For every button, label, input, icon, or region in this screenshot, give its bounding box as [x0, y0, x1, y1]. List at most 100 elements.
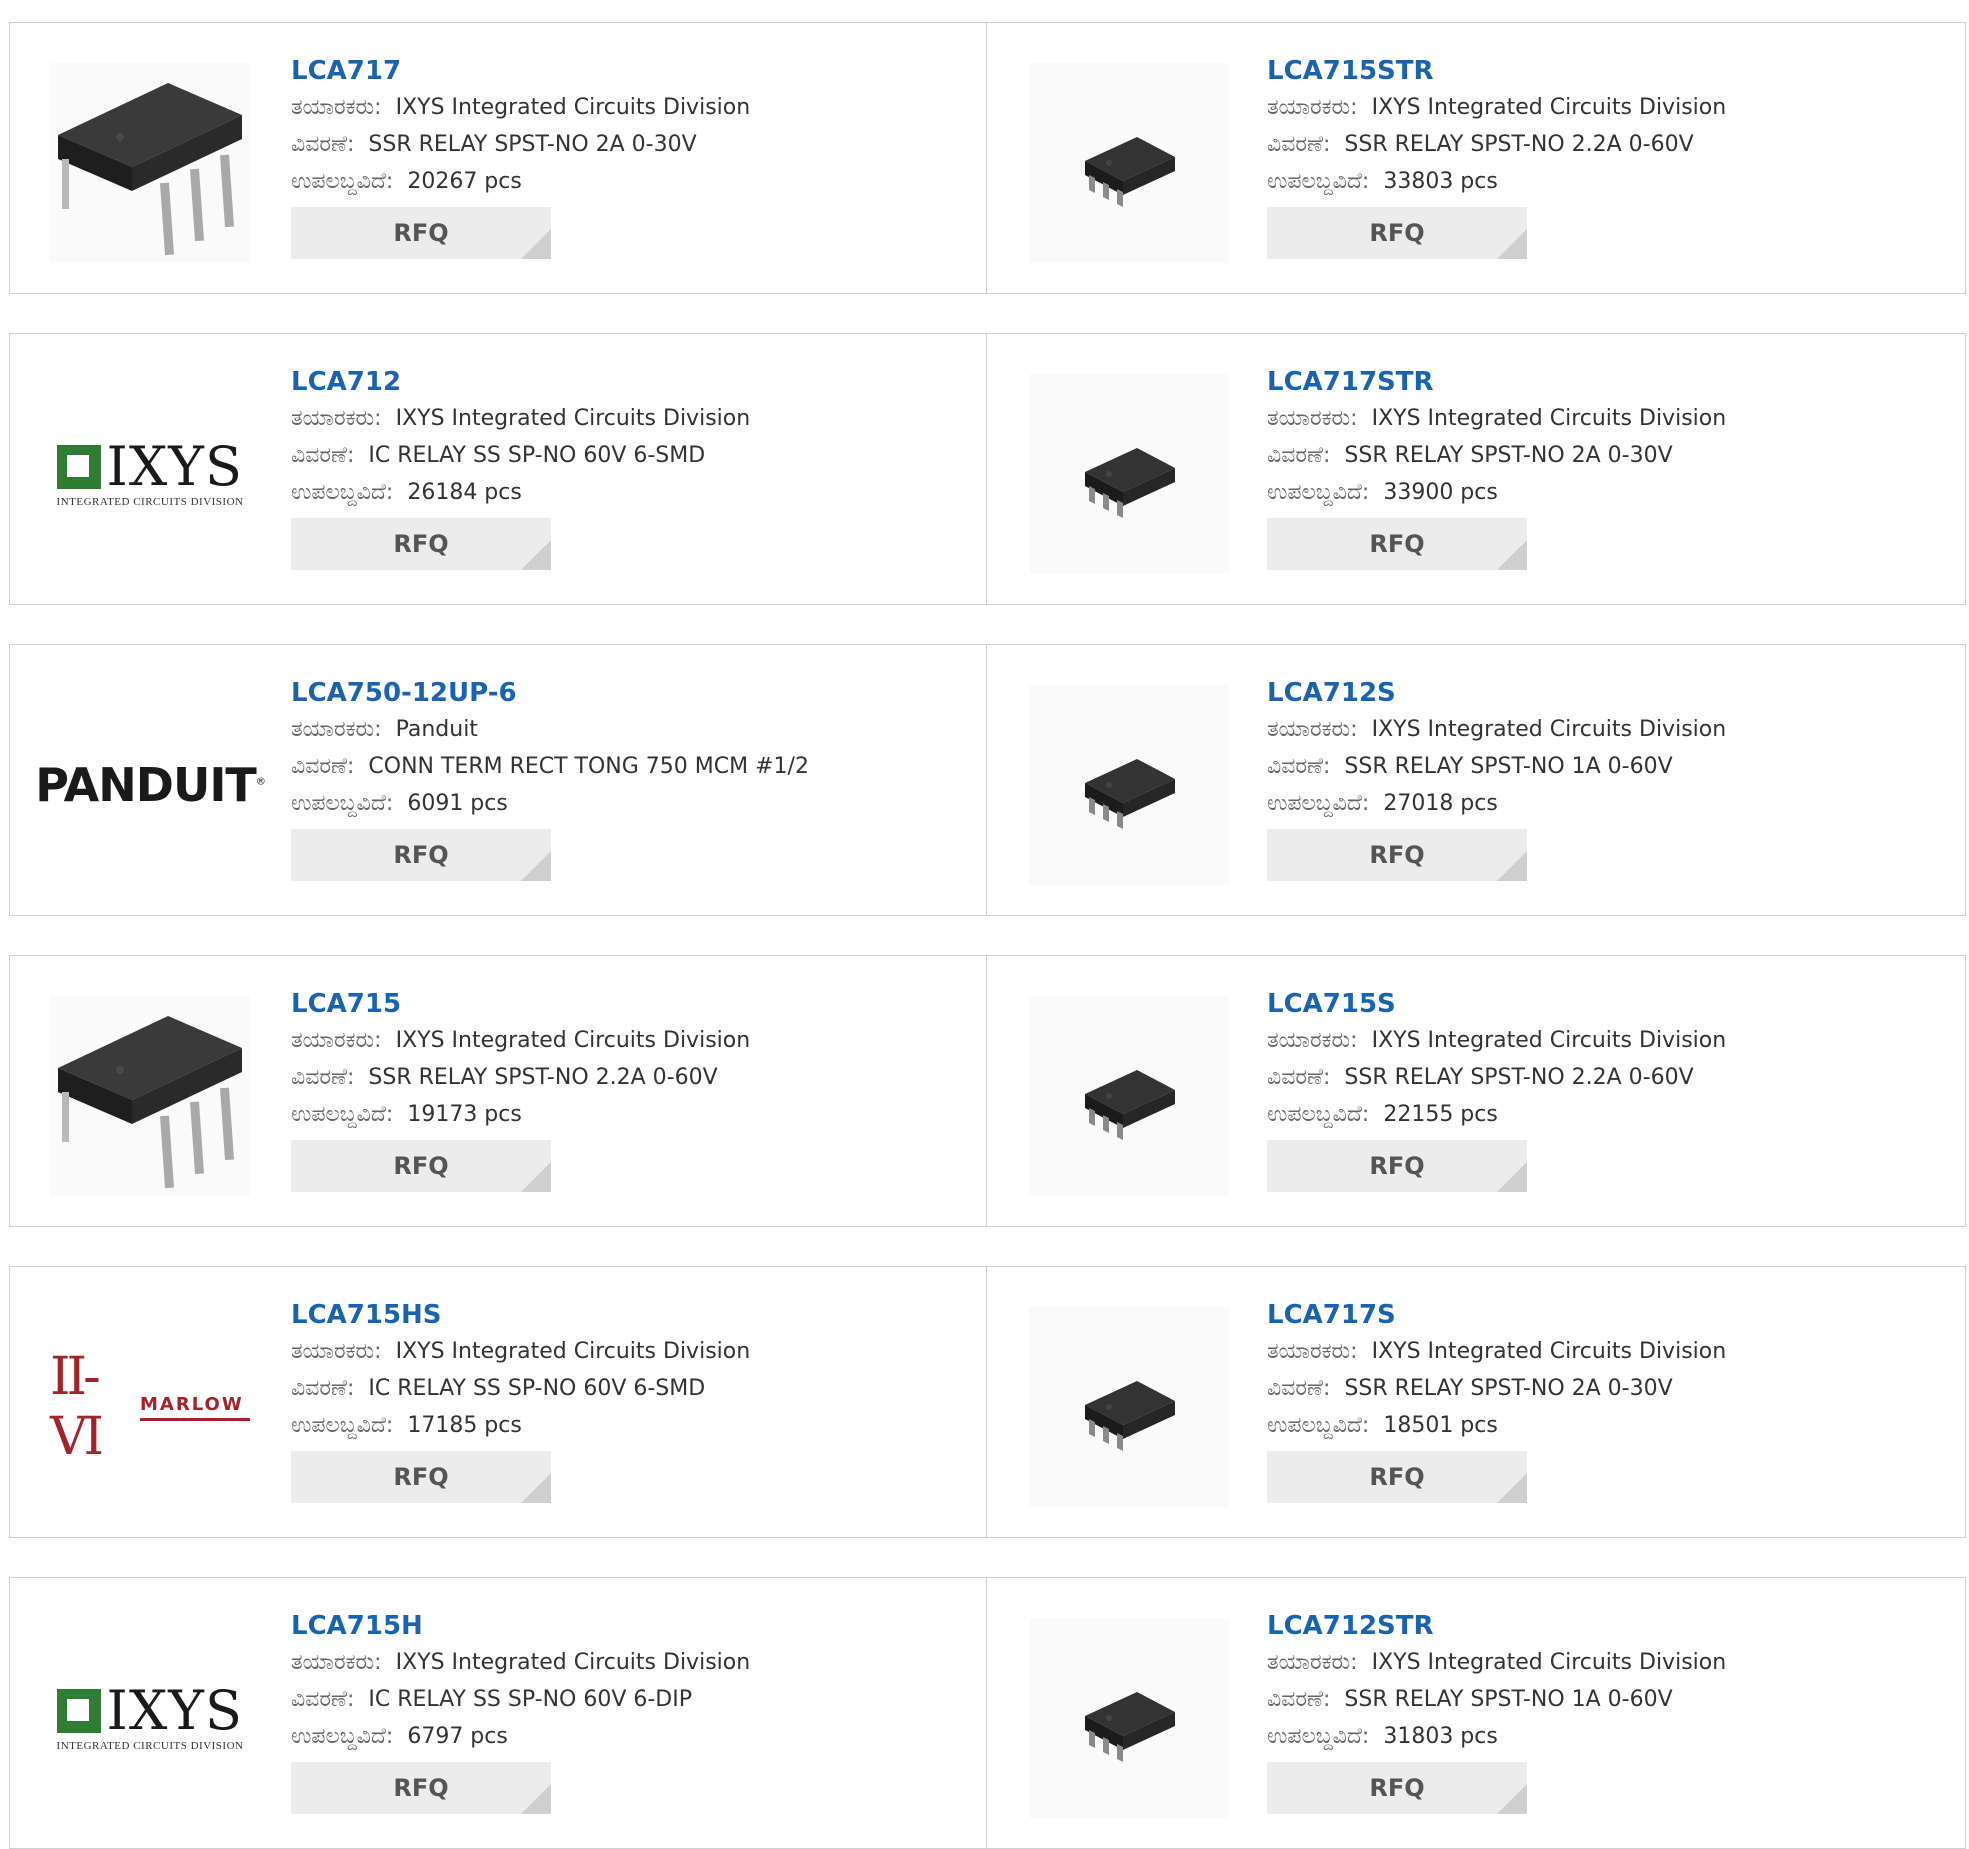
product-card: LCA715 ತಯಾರಕರು: IXYS Integrated Circuits …	[9, 955, 987, 1227]
rfq-button[interactable]: RFQ	[1267, 207, 1527, 259]
stock-value: 17185 pcs	[407, 1413, 522, 1438]
rfq-corner-icon	[1497, 1162, 1527, 1192]
product-image[interactable]: II-VI MARLOW	[50, 1307, 250, 1507]
part-number-link[interactable]: LCA712STR	[1267, 1608, 1726, 1644]
smd-chip-icon	[1029, 1307, 1229, 1507]
product-row: PANDUIT® LCA750-12UP-6 ತಯಾರಕರು: Panduit ವ…	[9, 644, 1966, 916]
rfq-button[interactable]: RFQ	[291, 518, 551, 570]
product-image[interactable]	[1029, 996, 1229, 1196]
rfq-corner-icon	[521, 851, 551, 881]
stock-value: 33803 pcs	[1383, 169, 1498, 194]
rfq-corner-icon	[521, 540, 551, 570]
rfq-button[interactable]: RFQ	[291, 1451, 551, 1503]
product-image[interactable]: IXYS Integrated Circuits Division	[50, 374, 250, 574]
part-number-link[interactable]: LCA715HS	[291, 1297, 750, 1333]
rfq-label: RFQ	[1369, 219, 1425, 247]
stock-label: ಉಪಲಬ್ದವಿದೆ:	[1267, 169, 1370, 194]
rfq-label: RFQ	[1369, 1774, 1425, 1802]
product-image[interactable]: IXYS Integrated Circuits Division	[50, 1618, 250, 1818]
manufacturer-label: ತಯಾರಕರು:	[1267, 1650, 1358, 1675]
description-value: IC RELAY SS SP-NO 60V 6-SMD	[368, 443, 706, 468]
part-number-link[interactable]: LCA717	[291, 53, 750, 89]
product-image[interactable]	[50, 63, 250, 263]
rfq-button[interactable]: RFQ	[1267, 1140, 1527, 1192]
product-card: LCA717S ತಯಾರಕರು: IXYS Integrated Circuits…	[987, 1266, 1966, 1538]
product-card: LCA712STR ತಯಾರಕರು: IXYS Integrated Circui…	[987, 1577, 1966, 1849]
rfq-button[interactable]: RFQ	[291, 1140, 551, 1192]
rfq-button[interactable]: RFQ	[291, 829, 551, 881]
rfq-button[interactable]: RFQ	[1267, 1762, 1527, 1814]
description-label: ವಿವರಣೆ:	[1267, 1376, 1331, 1401]
marlow-logo: II-VI MARLOW	[50, 1347, 250, 1467]
description-value: IC RELAY SS SP-NO 60V 6-SMD	[368, 1376, 706, 1401]
stock-value: 27018 pcs	[1383, 791, 1498, 816]
manufacturer-value: IXYS Integrated Circuits Division	[395, 406, 751, 431]
manufacturer-label: ತಯಾರಕರು:	[291, 406, 382, 431]
stock-value: 26184 pcs	[407, 480, 522, 505]
rfq-button[interactable]: RFQ	[1267, 829, 1527, 881]
part-number-link[interactable]: LCA715STR	[1267, 53, 1726, 89]
product-image[interactable]	[1029, 685, 1229, 885]
rfq-corner-icon	[521, 1784, 551, 1814]
manufacturer-value: IXYS Integrated Circuits Division	[395, 95, 751, 120]
part-number-link[interactable]: LCA712	[291, 364, 750, 400]
manufacturer-row: ತಯಾರಕರು: IXYS Integrated Circuits Divisio…	[1267, 1644, 1726, 1681]
description-value: CONN TERM RECT TONG 750 MCM #1/2	[368, 754, 809, 779]
product-card: II-VI MARLOW LCA715HS ತಯಾರಕರು: IXYS Integr…	[9, 1266, 987, 1538]
part-number-link[interactable]: LCA717S	[1267, 1297, 1726, 1333]
description-value: IC RELAY SS SP-NO 60V 6-DIP	[368, 1687, 692, 1712]
dip-chip-icon	[50, 63, 250, 263]
stock-row: ಉಪಲಬ್ದವಿದೆ: 6091 pcs	[291, 785, 809, 822]
rfq-label: RFQ	[393, 530, 449, 558]
product-info: LCA717 ತಯಾರಕರು: IXYS Integrated Circuits …	[291, 53, 750, 259]
description-row: ವಿವರಣೆ: SSR RELAY SPST-NO 2A 0-30V	[1267, 437, 1726, 474]
part-number-link[interactable]: LCA750-12UP-6	[291, 675, 809, 711]
rfq-button[interactable]: RFQ	[1267, 518, 1527, 570]
description-row: ವಿವರಣೆ: SSR RELAY SPST-NO 2A 0-30V	[291, 126, 750, 163]
product-image[interactable]	[1029, 63, 1229, 263]
manufacturer-label: ತಯಾರಕರು:	[291, 1339, 382, 1364]
stock-label: ಉಪಲಬ್ದವಿದೆ:	[1267, 1102, 1370, 1127]
ixys-mark-icon	[56, 1689, 101, 1733]
rfq-button[interactable]: RFQ	[291, 207, 551, 259]
stock-label: ಉಪಲಬ್ದವಿದೆ:	[291, 1413, 394, 1438]
part-number-link[interactable]: LCA712S	[1267, 675, 1726, 711]
stock-row: ಉಪಲಬ್ದವಿದೆ: 22155 pcs	[1267, 1096, 1726, 1133]
description-label: ವಿವರಣೆ:	[291, 754, 355, 779]
description-label: ವಿವರಣೆ:	[291, 1687, 355, 1712]
manufacturer-value: IXYS Integrated Circuits Division	[1371, 406, 1727, 431]
part-number-link[interactable]: LCA715S	[1267, 986, 1726, 1022]
manufacturer-label: ತಯಾರಕರು:	[1267, 1339, 1358, 1364]
part-number-link[interactable]: LCA715H	[291, 1608, 750, 1644]
part-number-link[interactable]: LCA715	[291, 986, 750, 1022]
product-image[interactable]: PANDUIT®	[35, 685, 266, 885]
stock-row: ಉಪಲಬ್ದವಿದೆ: 33900 pcs	[1267, 474, 1726, 511]
description-label: ವಿವರಣೆ:	[291, 443, 355, 468]
product-info: LCA717S ತಯಾರಕರು: IXYS Integrated Circuits…	[1267, 1297, 1726, 1503]
description-value: SSR RELAY SPST-NO 2A 0-30V	[1344, 443, 1673, 468]
stock-label: ಉಪಲಬ್ದವಿದೆ:	[1267, 1413, 1370, 1438]
description-row: ವಿವರಣೆ: IC RELAY SS SP-NO 60V 6-SMD	[291, 437, 750, 474]
description-label: ವಿವರಣೆ:	[1267, 132, 1331, 157]
rfq-button[interactable]: RFQ	[291, 1762, 551, 1814]
description-label: ವಿವರಣೆ:	[291, 1065, 355, 1090]
manufacturer-row: ತಯಾರಕರು: IXYS Integrated Circuits Divisio…	[291, 1333, 750, 1370]
manufacturer-label: ತಯಾರಕರು:	[291, 95, 382, 120]
part-number-link[interactable]: LCA717STR	[1267, 364, 1726, 400]
product-image[interactable]	[1029, 1307, 1229, 1507]
manufacturer-row: ತಯಾರಕರು: IXYS Integrated Circuits Divisio…	[1267, 89, 1726, 126]
description-value: SSR RELAY SPST-NO 2A 0-30V	[1344, 1376, 1673, 1401]
panduit-logo: PANDUIT®	[35, 758, 266, 812]
stock-value: 6797 pcs	[407, 1724, 508, 1749]
ixys-logo: IXYS Integrated Circuits Division	[56, 1684, 244, 1752]
rfq-button[interactable]: RFQ	[1267, 1451, 1527, 1503]
description-row: ವಿವರಣೆ: SSR RELAY SPST-NO 2.2A 0-60V	[291, 1059, 750, 1096]
product-card: IXYS Integrated Circuits Division LCA712 …	[9, 333, 987, 605]
product-image[interactable]	[1029, 374, 1229, 574]
manufacturer-label: ತಯಾರಕರು:	[1267, 406, 1358, 431]
product-row: IXYS Integrated Circuits Division LCA715H…	[9, 1577, 1966, 1849]
ixys-mark-icon	[56, 445, 101, 489]
manufacturer-row: ತಯಾರಕರು: IXYS Integrated Circuits Divisio…	[1267, 400, 1726, 437]
product-image[interactable]	[50, 996, 250, 1196]
product-image[interactable]	[1029, 1618, 1229, 1818]
